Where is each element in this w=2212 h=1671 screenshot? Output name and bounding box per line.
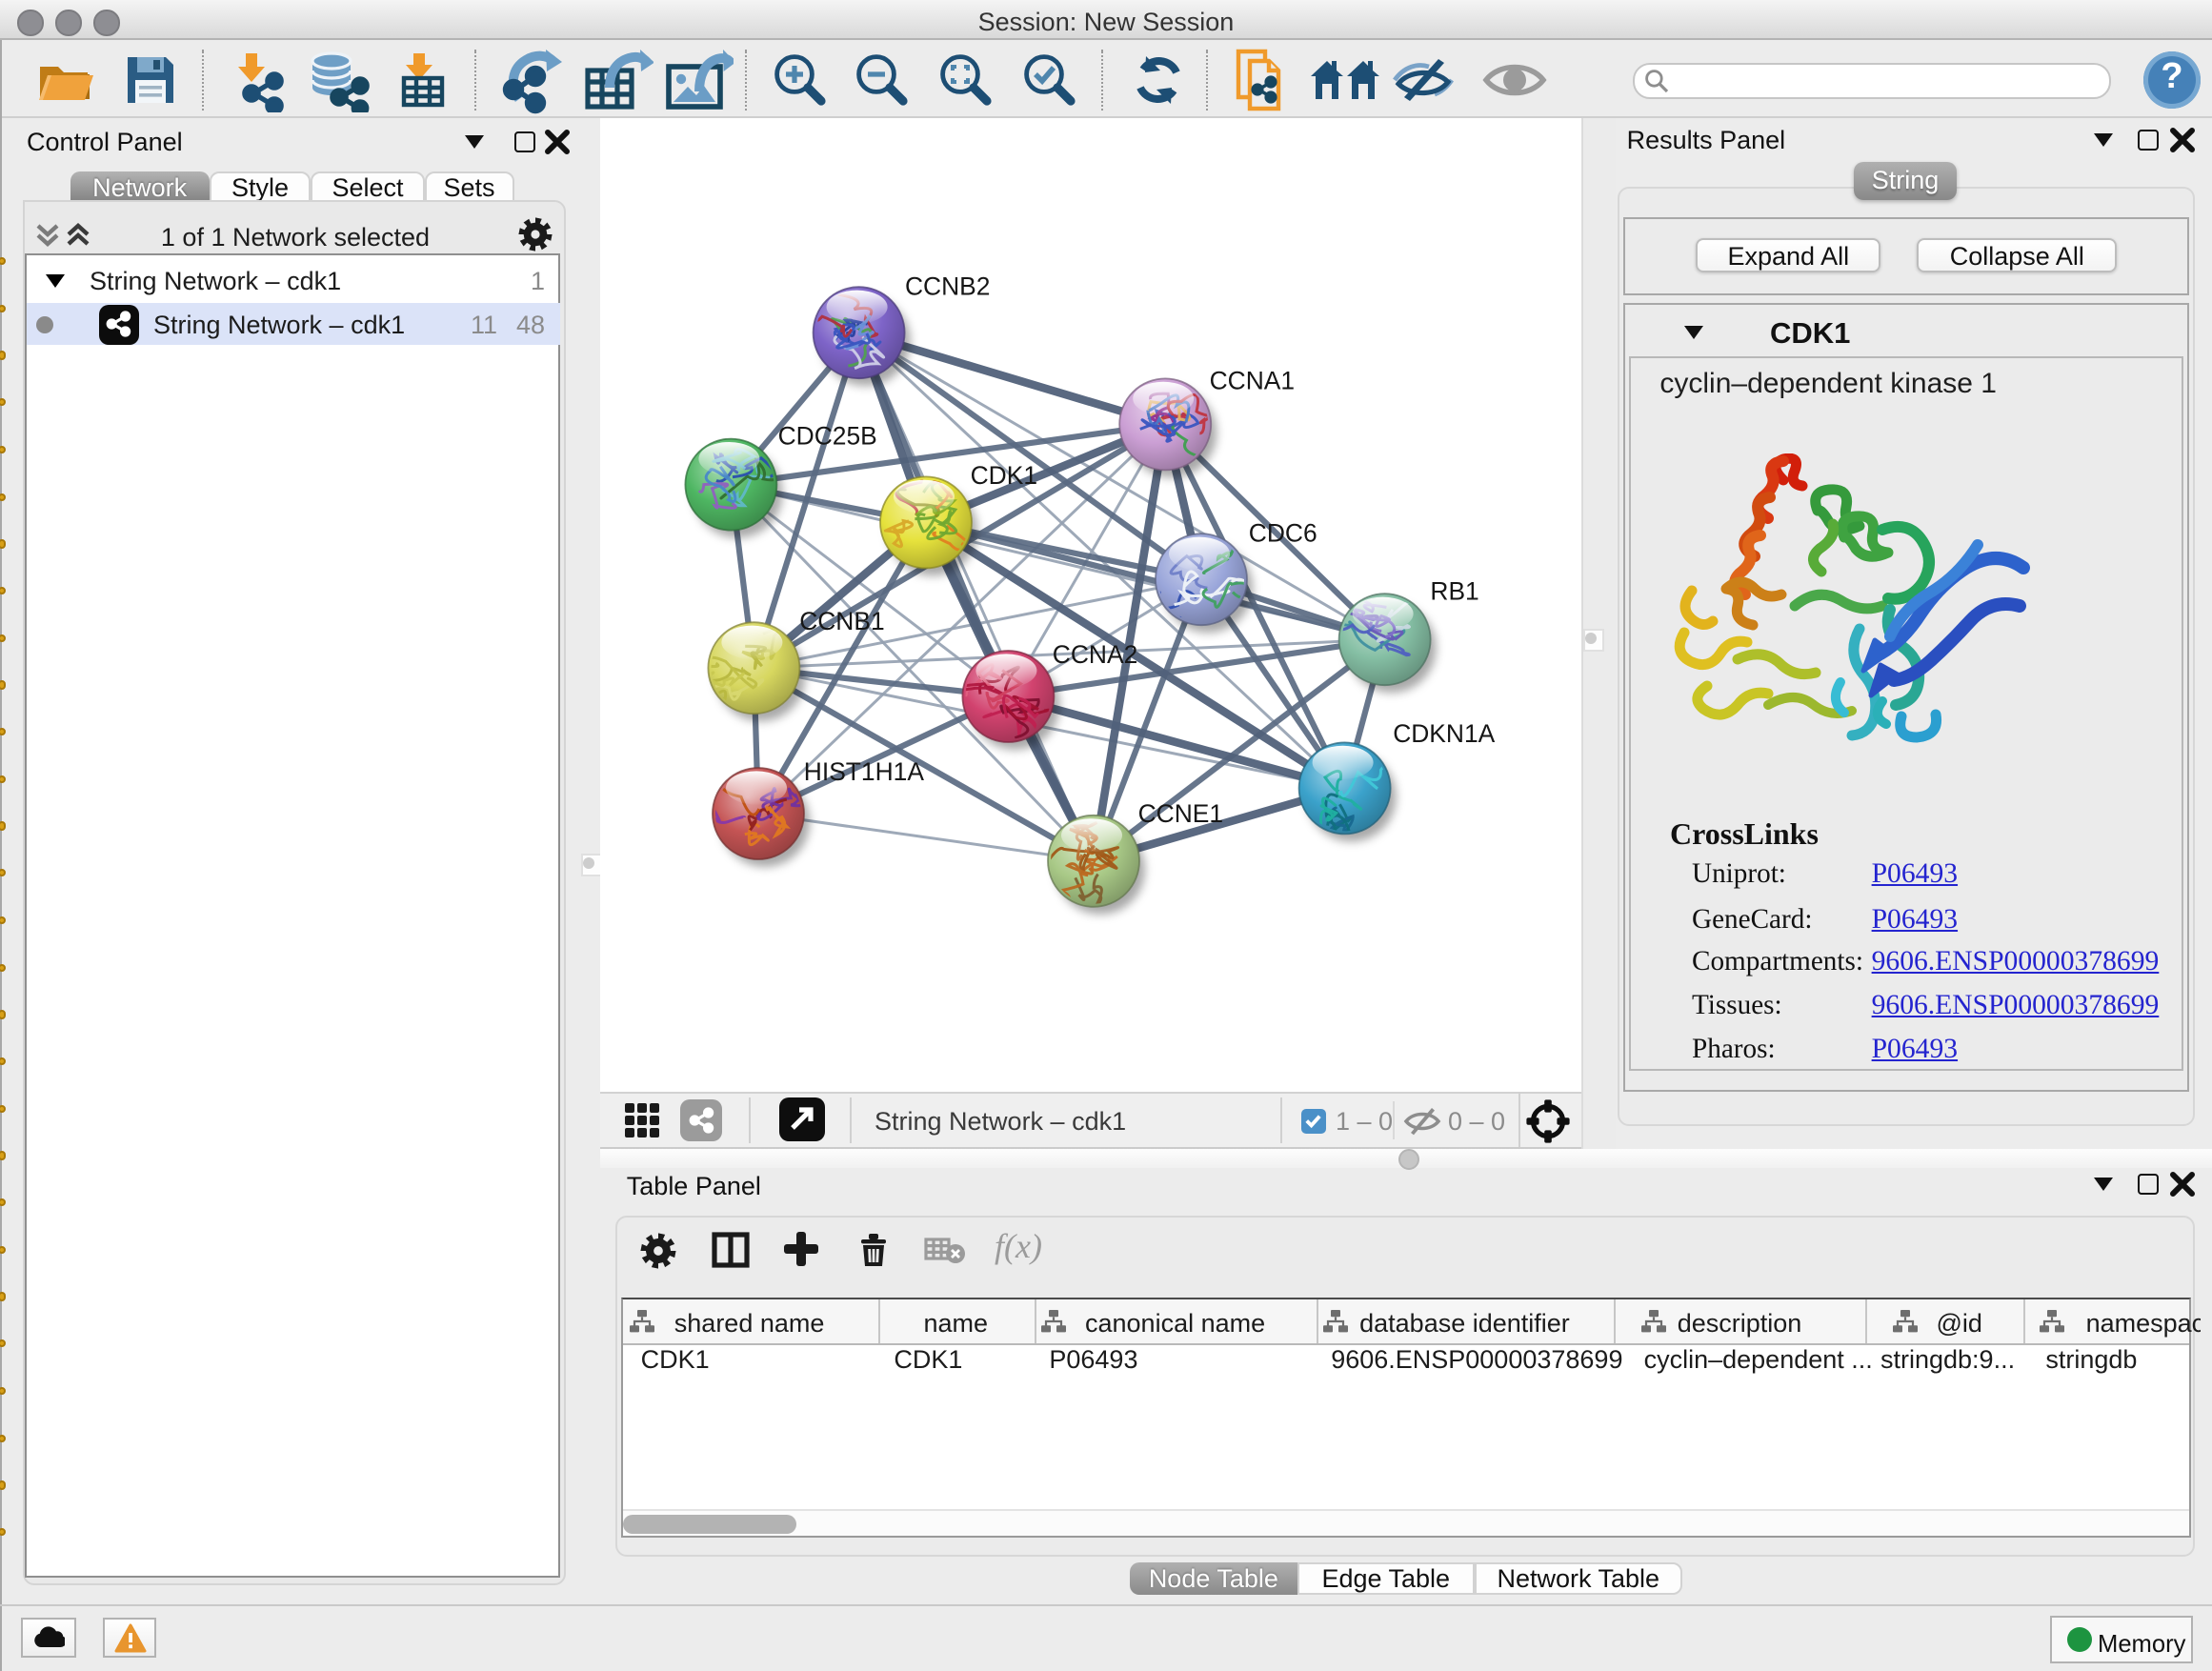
svg-text:CCNA2: CCNA2	[1053, 640, 1137, 669]
svg-text:HIST1H1A: HIST1H1A	[804, 757, 925, 786]
svg-text:CCNA1: CCNA1	[1210, 366, 1295, 394]
svg-text:CDK1: CDK1	[971, 461, 1037, 490]
svg-text:CDC6: CDC6	[1249, 518, 1317, 547]
svg-text:CCNB2: CCNB2	[905, 272, 990, 300]
svg-text:RB1: RB1	[1430, 576, 1478, 605]
svg-text:CDC25B: CDC25B	[778, 422, 877, 451]
svg-text:CDKN1A: CDKN1A	[1393, 719, 1495, 748]
svg-text:CCNB1: CCNB1	[799, 607, 884, 635]
svg-text:CCNE1: CCNE1	[1138, 799, 1223, 828]
